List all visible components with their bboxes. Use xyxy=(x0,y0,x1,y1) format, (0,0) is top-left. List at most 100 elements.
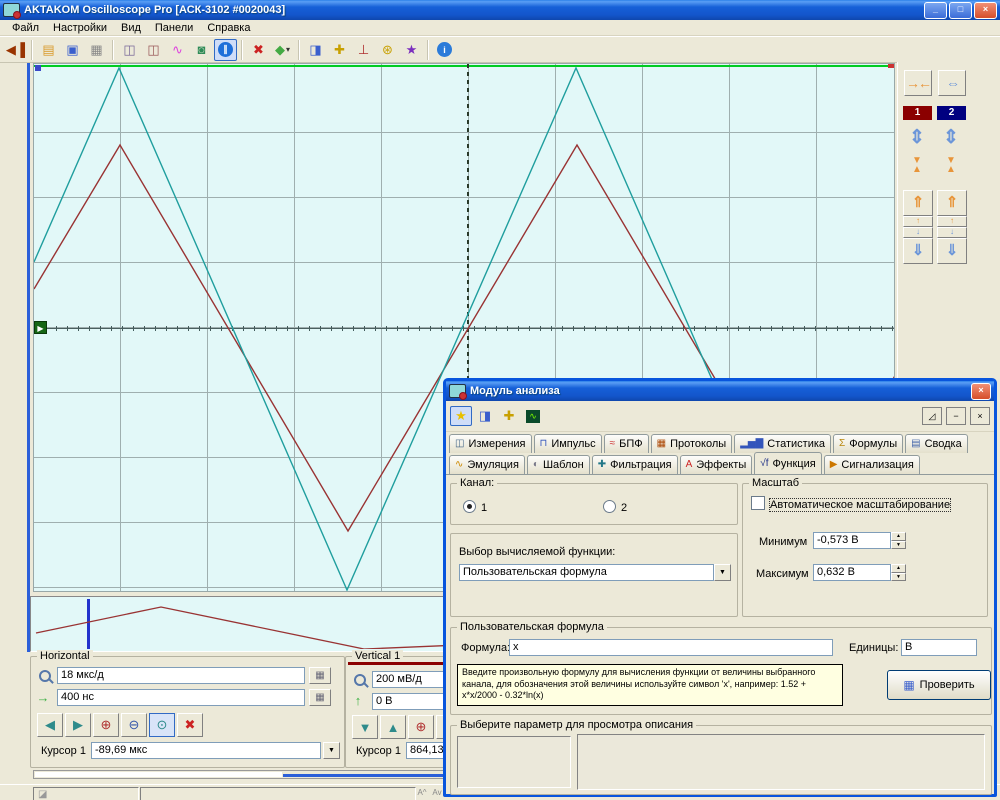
formula-input[interactable]: x xyxy=(509,639,833,656)
ch1-expand-vertical-button[interactable]: ⇕ xyxy=(903,126,931,150)
time-scale-auto-button[interactable]: ▦ xyxy=(309,667,331,684)
channel-2-header[interactable]: 2 xyxy=(937,106,966,120)
display-refresh-button[interactable]: ◙ xyxy=(190,39,213,61)
waveform-button[interactable]: ∿ xyxy=(166,39,189,61)
about-button[interactable]: i xyxy=(433,39,456,61)
function-combo-value[interactable]: Пользовательская формула xyxy=(459,564,714,581)
channel-1-header[interactable]: 1 xyxy=(903,106,932,120)
parameter-list[interactable] xyxy=(457,736,571,788)
tab-Эмуляция[interactable]: ∿Эмуляция xyxy=(449,455,525,474)
dialog-title-bar[interactable]: Модуль анализа × xyxy=(446,381,994,401)
h-zoom-out-button[interactable]: ⊖ xyxy=(121,713,147,737)
tab-Формулы[interactable]: ΣФормулы xyxy=(833,434,903,453)
panel-measure-button[interactable]: ✚ xyxy=(328,39,351,61)
fit-horizontal-button[interactable]: →← xyxy=(904,70,932,96)
ch2-nudge-down-button[interactable]: ↓ xyxy=(937,227,967,238)
max-down-button[interactable]: ▼ xyxy=(891,573,906,582)
time-offset-field[interactable]: 400 нс xyxy=(57,689,305,706)
title-bar[interactable]: AKTAKOM Oscilloscope Pro [АСК-3102 #0020… xyxy=(0,0,1000,20)
panel-settings-button[interactable]: ⊛ xyxy=(376,39,399,61)
ch2-expand-vertical-button[interactable]: ⇕ xyxy=(937,126,965,150)
ch1-shift-up-button[interactable]: ⇑ xyxy=(903,190,933,216)
copy-image-button[interactable]: ◫ xyxy=(118,39,141,61)
maximize-button[interactable]: □ xyxy=(949,2,972,19)
function-combobox[interactable]: Пользовательская формула ▼ xyxy=(459,564,731,581)
tab-Импульс[interactable]: ⊓Импульс xyxy=(534,434,602,453)
max-up-button[interactable]: ▲ xyxy=(891,564,906,573)
h-zoom-reset-button[interactable]: ✖ xyxy=(177,713,203,737)
print-button[interactable]: ▦ xyxy=(85,39,108,61)
panel-info-button[interactable]: ◨ xyxy=(304,39,327,61)
menu-settings[interactable]: Настройки xyxy=(46,21,114,35)
open-button[interactable]: ▤ xyxy=(37,39,60,61)
ch2-nudge-up-button[interactable]: ↑ xyxy=(937,216,967,227)
dialog-close-button[interactable]: × xyxy=(971,383,991,400)
min-value-field[interactable]: -0,573 В xyxy=(813,532,891,549)
ch1-nudge-up-button[interactable]: ↑ xyxy=(903,216,933,227)
close-panel-button[interactable]: × xyxy=(970,407,990,425)
h-cursor-dropdown[interactable]: ▼ xyxy=(323,742,340,759)
rollup-button[interactable]: ◿ xyxy=(922,407,942,425)
radio-icon-ch2[interactable] xyxy=(603,500,616,513)
channel-radio-2[interactable]: 2 xyxy=(603,500,627,514)
add-marker-dropdown-icon[interactable]: ▾ xyxy=(286,45,290,54)
status-button-1[interactable]: Аv xyxy=(430,787,444,799)
minimize-button[interactable]: _ xyxy=(924,2,947,19)
tab-БПФ[interactable]: ≈БПФ xyxy=(604,434,649,453)
check-formula-button[interactable]: ▦ Проверить xyxy=(887,670,991,700)
units-input[interactable]: В xyxy=(901,639,977,656)
ch2-compress-vertical-button[interactable]: ▼▲ xyxy=(937,156,965,174)
max-value-field[interactable]: 0,632 В xyxy=(813,564,891,581)
v-zoom-in-button[interactable]: ⊕ xyxy=(408,715,434,739)
tab-Измерения[interactable]: ◫Измерения xyxy=(449,434,532,453)
plot-splitter[interactable] xyxy=(27,63,30,652)
h-zoom-window-button[interactable]: ⊙ xyxy=(149,713,175,737)
measure-tool-button[interactable]: ✚ xyxy=(498,406,520,426)
menu-help[interactable]: Справка xyxy=(200,21,257,35)
copy-data-button[interactable]: ◫ xyxy=(142,39,165,61)
h-scroll-left-button[interactable]: ◀ xyxy=(37,713,63,737)
delete-marker-button[interactable]: ✖ xyxy=(247,39,270,61)
v-shift-up-button[interactable]: ▲ xyxy=(380,715,406,739)
ch2-shift-down-button[interactable]: ⇓ xyxy=(937,238,967,264)
tab-Статистика[interactable]: ▂▅▇Статистика xyxy=(734,434,831,453)
min-down-button[interactable]: ▼ xyxy=(891,541,906,550)
menu-panels[interactable]: Панели xyxy=(148,21,200,35)
menu-view[interactable]: Вид xyxy=(114,21,148,35)
min-up-button[interactable]: ▲ xyxy=(891,532,906,541)
ch1-shift-down-button[interactable]: ⇓ xyxy=(903,238,933,264)
status-button-0[interactable]: А^ xyxy=(415,787,429,799)
expand-horizontal-button[interactable]: ⇔ xyxy=(938,70,966,96)
channel-radio-1[interactable]: 1 xyxy=(463,500,487,514)
tab-Функция[interactable]: √fФункция xyxy=(754,452,821,474)
pause-button[interactable]: ∥ xyxy=(214,39,237,61)
ch1-compress-vertical-button[interactable]: ▼▲ xyxy=(903,156,931,174)
tab-Фильтрация[interactable]: ✚Фильтрация xyxy=(592,455,678,474)
h-zoom-in-button[interactable]: ⊕ xyxy=(93,713,119,737)
ch1-nudge-down-button[interactable]: ↓ xyxy=(903,227,933,238)
close-button[interactable]: × xyxy=(974,2,997,19)
tab-Сводка[interactable]: ▤Сводка xyxy=(905,434,968,453)
panel-generator-button[interactable]: ⊥ xyxy=(352,39,375,61)
tab-Эффекты[interactable]: AЭффекты xyxy=(680,455,753,474)
info-panel-button[interactable]: ◨ xyxy=(474,406,496,426)
save-button[interactable]: ▣ xyxy=(61,39,84,61)
v-shift-down-button[interactable]: ▼ xyxy=(352,715,378,739)
time-offset-auto-button[interactable]: ▦ xyxy=(309,689,331,706)
add-marker-button[interactable]: ◆▾ xyxy=(271,39,294,61)
function-combo-dropdown[interactable]: ▼ xyxy=(714,564,731,581)
minimize-button[interactable]: − xyxy=(946,407,966,425)
h-cursor-field[interactable]: -89,69 мкс xyxy=(91,742,321,759)
exit-button[interactable]: ◀▐ xyxy=(4,39,27,61)
tab-Шаблон[interactable]: ◐Шаблон xyxy=(527,455,590,474)
radio-icon-ch1[interactable] xyxy=(463,500,476,513)
time-scale-field[interactable]: 18 мкс/д xyxy=(57,667,305,684)
h-scroll-right-button[interactable]: ▶ xyxy=(65,713,91,737)
menu-file[interactable]: Файл xyxy=(5,21,46,35)
checkbox-icon-autoscale[interactable] xyxy=(751,496,765,510)
panel-wizard-button[interactable]: ★ xyxy=(400,39,423,61)
tab-Сигнализация[interactable]: ▶Сигнализация xyxy=(824,455,920,474)
tab-Протоколы[interactable]: ▦Протоколы xyxy=(651,434,733,453)
ch2-shift-up-button[interactable]: ⇑ xyxy=(937,190,967,216)
favorites-button[interactable]: ★ xyxy=(450,406,472,426)
